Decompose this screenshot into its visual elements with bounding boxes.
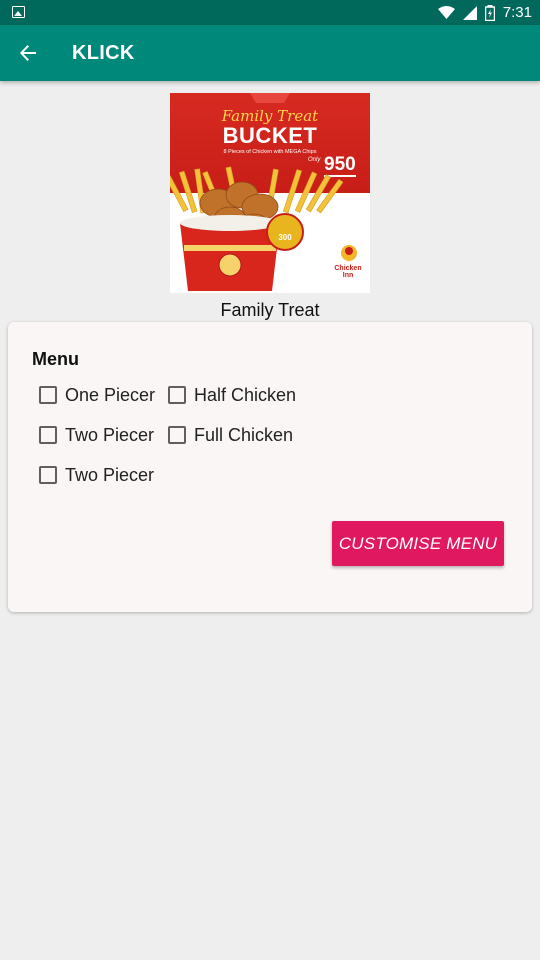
- cola-badge: [266, 213, 304, 251]
- chicken-inn-logo-icon: [341, 245, 357, 261]
- menu-option-label: One Piecer: [65, 384, 156, 405]
- battery-charging-icon: [484, 4, 495, 21]
- product-image: Family Treat BUCKET 8 Pieces of Chicken …: [170, 93, 370, 293]
- menu-card: Menu One Piecer Half Chicken Two Piecer …: [8, 322, 532, 612]
- back-arrow-icon: [20, 45, 36, 61]
- checkbox-icon[interactable]: [39, 386, 57, 404]
- checkbox-icon[interactable]: [39, 466, 57, 484]
- checkbox-icon[interactable]: [39, 426, 57, 444]
- app-title: KLICK: [72, 42, 135, 64]
- menu-option-one-piecer[interactable]: One Piecer: [39, 383, 155, 407]
- status-bar: 7:31: [0, 0, 540, 25]
- menu-option-two-piecer-2[interactable]: Two Piecer: [39, 463, 154, 487]
- menu-option-label: Half Chicken: [194, 384, 297, 405]
- menu-option-two-piecer[interactable]: Two Piecer: [39, 423, 154, 447]
- wifi-icon: [437, 5, 455, 19]
- menu-option-full-chicken[interactable]: Full Chicken: [168, 423, 293, 447]
- checkbox-icon[interactable]: [168, 426, 186, 444]
- gallery-icon: [12, 6, 25, 18]
- back-button[interactable]: [10, 35, 46, 71]
- signal-icon: [462, 5, 477, 20]
- menu-option-label: Two Piecer: [65, 464, 155, 485]
- image-drink-price: 300: [278, 233, 292, 242]
- menu-option-half-chicken[interactable]: Half Chicken: [168, 383, 296, 407]
- checkbox-icon[interactable]: [168, 386, 186, 404]
- status-icons: 7:31: [437, 0, 532, 25]
- image-brand: Chicken Inn: [334, 265, 362, 279]
- customise-menu-button[interactable]: CUSTOMISE MENU: [332, 521, 504, 566]
- status-time: 7:31: [502, 4, 532, 21]
- menu-title: Menu: [32, 349, 79, 369]
- menu-option-label: Two Piecer: [65, 424, 155, 445]
- image-title: BUCKET: [222, 123, 318, 148]
- product-name: Family Treat: [220, 300, 320, 320]
- menu-option-label: Full Chicken: [194, 424, 294, 445]
- image-ribbon: [250, 93, 290, 103]
- app-bar: KLICK: [0, 25, 540, 81]
